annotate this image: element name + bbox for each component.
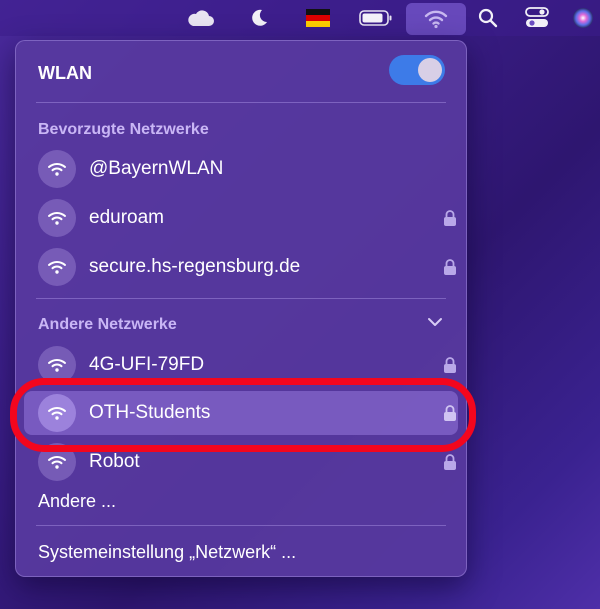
network-name: eduroam [89, 207, 164, 228]
network-settings-link[interactable]: Systemeinstellung „Netzwerk“ ... [38, 542, 296, 563]
other-networks-link[interactable]: Andere ... [38, 491, 116, 512]
lock-icon [444, 405, 456, 421]
network-row-secure-hs-regensburg[interactable]: secure.hs-regensburg.de [24, 245, 458, 289]
wifi-icon [38, 443, 76, 481]
wifi-icon [38, 150, 76, 188]
lock-icon [444, 210, 456, 226]
network-name: @BayernWLAN [89, 158, 224, 179]
wifi-icon [38, 248, 76, 286]
moon-icon[interactable] [244, 0, 274, 36]
siri-icon[interactable] [568, 0, 598, 36]
toggle-knob [418, 58, 442, 82]
wifi-icon [38, 394, 76, 432]
chevron-down-icon[interactable] [426, 315, 444, 329]
network-row-robot[interactable]: Robot [24, 440, 458, 484]
lock-icon [444, 357, 456, 373]
network-row-4g-ufi[interactable]: 4G-UFI-79FD [24, 343, 458, 387]
network-name: 4G-UFI-79FD [89, 354, 205, 375]
network-name: OTH-Students [89, 402, 211, 423]
divider [36, 102, 446, 103]
lock-icon [444, 259, 456, 275]
other-networks-title: Andere Netzwerke [38, 316, 177, 333]
wifi-icon [38, 346, 76, 384]
menu-bar [0, 0, 600, 36]
search-icon[interactable] [474, 0, 502, 36]
preferred-networks-title: Bevorzugte Netzwerke [38, 121, 209, 138]
network-name: Robot [89, 451, 140, 472]
wifi-icon[interactable] [406, 3, 466, 35]
wlan-panel: WLAN Bevorzugte Netzwerke @BayernWLAN ed… [15, 40, 467, 577]
network-row-oth-students[interactable]: OTH-Students [24, 391, 458, 435]
lock-icon [444, 454, 456, 470]
wlan-toggle[interactable] [389, 55, 445, 85]
cloud-icon[interactable] [182, 0, 218, 36]
divider [36, 298, 446, 299]
network-row-eduroam[interactable]: eduroam [24, 196, 458, 240]
german-flag-icon[interactable] [302, 0, 334, 36]
divider [36, 525, 446, 526]
panel-title: WLAN [38, 63, 92, 83]
wifi-icon [38, 199, 76, 237]
network-name: secure.hs-regensburg.de [89, 256, 301, 277]
battery-icon[interactable] [356, 0, 396, 36]
network-row-bayernwlan[interactable]: @BayernWLAN [24, 147, 458, 191]
control-center-icon[interactable] [520, 0, 554, 36]
